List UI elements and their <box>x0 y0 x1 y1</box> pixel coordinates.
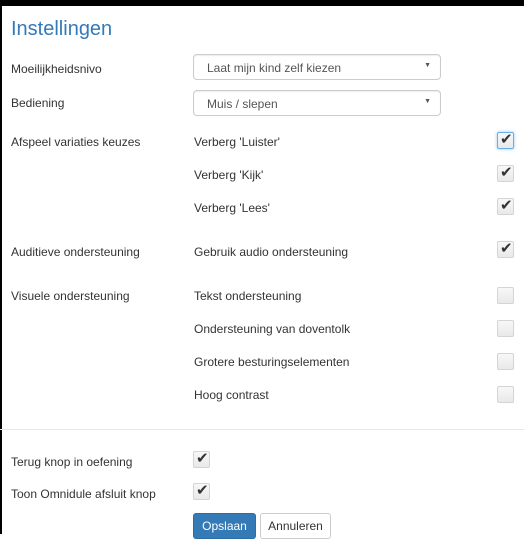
control-select[interactable]: Muis / slepen ▼ <box>193 90 441 116</box>
checkmark-icon: ✔ <box>196 450 209 467</box>
playback-label: Afspeel variaties keuzes <box>11 135 141 149</box>
option-hide-listen-label: Verberg 'Luister' <box>194 135 280 149</box>
option-hide-look-checkbox[interactable]: ✔ <box>497 164 514 182</box>
control-select-value: Muis / slepen <box>207 97 278 111</box>
caret-down-icon: ▼ <box>424 98 431 105</box>
cancel-button[interactable]: Annuleren <box>260 513 331 539</box>
save-button[interactable]: Opslaan <box>193 513 256 539</box>
section-divider <box>0 429 524 430</box>
close-button-label: Toon Omnidule afsluit knop <box>11 487 156 501</box>
difficulty-select[interactable]: Laat mijn kind zelf kiezen ▼ <box>193 54 441 80</box>
option-high-contrast-checkbox[interactable] <box>497 386 514 403</box>
option-audio-checkbox[interactable]: ✔ <box>497 240 514 258</box>
checkmark-icon: ✔ <box>500 164 513 181</box>
control-label: Bediening <box>11 96 65 110</box>
back-button-checkbox[interactable]: ✔ <box>193 450 210 468</box>
option-larger-controls-label: Grotere besturingselementen <box>194 355 350 369</box>
visual-label: Visuele ondersteuning <box>11 289 130 303</box>
option-hide-read-checkbox[interactable]: ✔ <box>497 197 514 215</box>
caret-down-icon: ▼ <box>424 62 431 69</box>
option-hide-listen-checkbox[interactable]: ✔ <box>497 131 514 149</box>
option-larger-controls-checkbox[interactable] <box>497 353 514 370</box>
option-audio-label: Gebruik audio ondersteuning <box>194 245 349 259</box>
difficulty-label: Moeilijkheidsnivo <box>11 62 102 76</box>
option-hide-read-label: Verberg 'Lees' <box>194 201 270 215</box>
audio-label: Auditieve ondersteuning <box>11 245 140 259</box>
page-title: Instellingen <box>11 18 113 40</box>
checkmark-icon: ✔ <box>500 131 513 148</box>
window-left-border <box>0 0 2 534</box>
window-top-border <box>0 0 524 6</box>
option-sign-language-label: Ondersteuning van doventolk <box>194 322 351 336</box>
back-button-label: Terug knop in oefening <box>11 455 133 469</box>
option-text-support-checkbox[interactable] <box>497 287 514 304</box>
option-hide-look-label: Verberg 'Kijk' <box>194 168 264 182</box>
checkmark-icon: ✔ <box>500 240 513 257</box>
difficulty-select-value: Laat mijn kind zelf kiezen <box>207 61 342 75</box>
option-high-contrast-label: Hoog contrast <box>194 388 269 402</box>
checkmark-icon: ✔ <box>500 197 513 214</box>
option-sign-language-checkbox[interactable] <box>497 320 514 337</box>
option-text-support-label: Tekst ondersteuning <box>194 289 302 303</box>
checkmark-icon: ✔ <box>196 482 209 499</box>
close-button-checkbox[interactable]: ✔ <box>193 482 210 500</box>
